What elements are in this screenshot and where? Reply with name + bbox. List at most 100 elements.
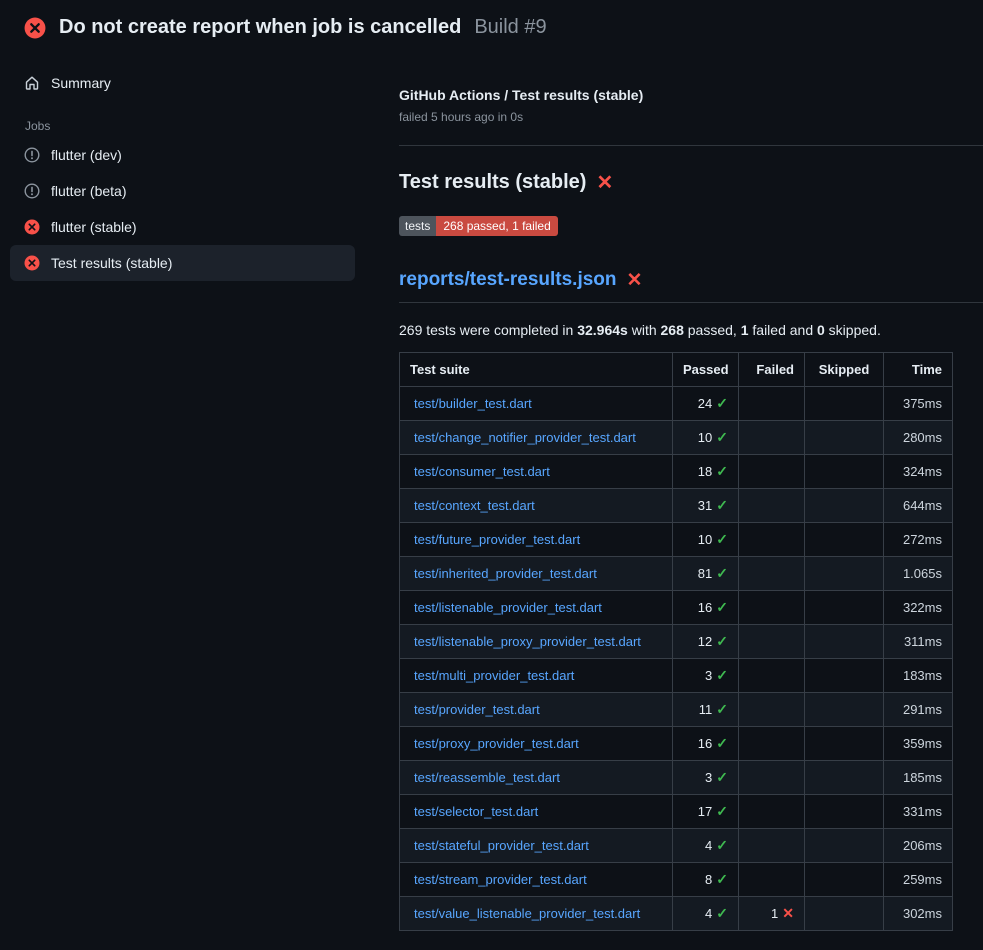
report-title-text: reports/test-results.json [399, 269, 617, 291]
passed-cell: 24✓ [673, 387, 739, 421]
badge-label: tests [399, 216, 436, 236]
skipped-cell [805, 421, 884, 455]
suite-link[interactable]: test/future_provider_test.dart [414, 532, 580, 547]
check-icon: ✓ [716, 701, 728, 717]
suite-link[interactable]: test/stateful_provider_test.dart [414, 838, 589, 853]
sidebar-item-flutter-stable[interactable]: flutter (stable) [10, 209, 355, 245]
suite-link[interactable]: test/value_listenable_provider_test.dart [414, 906, 640, 921]
suite-link[interactable]: test/inherited_provider_test.dart [414, 566, 597, 581]
sidebar-item-flutter-dev[interactable]: flutter (dev) [10, 137, 355, 173]
failed-cell-count: 1 [771, 906, 778, 921]
table-row: test/proxy_provider_test.dart 16✓ 359ms [400, 727, 953, 761]
failed-cell: 1✕ [739, 897, 805, 931]
table-row: test/builder_test.dart24✓375ms [400, 387, 953, 421]
time-cell: 206ms [884, 829, 953, 863]
section-title: Test results (stable) ✕ [399, 171, 983, 194]
suite-link[interactable]: test/context_test.dart [414, 498, 535, 513]
failed-cell [739, 523, 805, 557]
summary-segment: 1 [741, 322, 749, 338]
table-row: test/multi_provider_test.dart3✓183ms [400, 659, 953, 693]
suite-link[interactable]: test/change_notifier_provider_test.dart [414, 430, 636, 445]
suite-link[interactable]: test/listenable_provider_test.dart [414, 600, 602, 615]
neutral-circle-icon [24, 147, 40, 163]
passed-cell: 16✓ [673, 727, 739, 761]
check-icon: ✓ [716, 565, 728, 581]
passed-cell-count: 16 [698, 736, 712, 751]
table-row: test/consumer_test.dart18✓324ms [400, 455, 953, 489]
passed-cell-count: 11 [699, 702, 713, 717]
suite-link[interactable]: test/proxy_provider_test.dart [414, 736, 579, 751]
suite-link[interactable]: test/consumer_test.dart [414, 464, 550, 479]
suite-link[interactable]: test/reassemble_test.dart [414, 770, 560, 785]
passed-cell: 8✓ [673, 863, 739, 897]
table-header-row: Test suitePassedFailedSkippedTime [400, 353, 953, 387]
skipped-cell [805, 557, 884, 591]
report-title-link[interactable]: reports/test-results.json ✕ [399, 269, 983, 303]
home-icon [24, 75, 40, 91]
time-cell: 185ms [884, 761, 953, 795]
skipped-cell [805, 863, 884, 897]
suite-link[interactable]: test/provider_test.dart [414, 702, 540, 717]
sidebar-item-summary[interactable]: Summary [10, 65, 355, 101]
sidebar-item-label: Summary [51, 75, 111, 91]
x-circle-icon [24, 255, 40, 271]
check-icon: ✓ [716, 497, 728, 513]
suite-link[interactable]: test/builder_test.dart [414, 396, 532, 411]
check-icon: ✓ [716, 871, 728, 887]
sidebar-item-label: Test results (stable) [51, 255, 172, 271]
check-icon: ✓ [716, 395, 728, 411]
summary-segment: 0 [817, 322, 825, 338]
suite-cell: test/proxy_provider_test.dart [400, 727, 673, 761]
failed-cell [739, 557, 805, 591]
table-row: test/listenable_proxy_provider_test.dart… [400, 625, 953, 659]
passed-cell-count: 8 [705, 872, 712, 887]
check-icon: ✓ [716, 531, 728, 547]
x-circle-icon [24, 219, 40, 235]
suite-cell: test/stream_provider_test.dart [400, 863, 673, 897]
skipped-cell [805, 625, 884, 659]
suite-cell: test/builder_test.dart [400, 387, 673, 421]
column-header: Failed [739, 353, 805, 387]
skipped-cell [805, 795, 884, 829]
summary-text: 269 tests were completed in 32.964s with… [399, 322, 983, 338]
suite-link[interactable]: test/multi_provider_test.dart [414, 668, 574, 683]
check-icon: ✓ [716, 837, 728, 853]
check-icon: ✓ [716, 905, 728, 921]
jobs-section-label: Jobs [25, 119, 355, 133]
summary-segment: 269 tests were completed in [399, 322, 577, 338]
summary-segment: with [628, 322, 661, 338]
failed-cell [739, 693, 805, 727]
summary-segment: failed and [749, 322, 818, 338]
check-icon: ✓ [716, 769, 728, 785]
suite-cell: test/future_provider_test.dart [400, 523, 673, 557]
time-cell: 302ms [884, 897, 953, 931]
failed-cell [739, 659, 805, 693]
time-cell: 359ms [884, 727, 953, 761]
suite-cell: test/inherited_provider_test.dart [400, 557, 673, 591]
skipped-cell [805, 387, 884, 421]
failed-cell [739, 455, 805, 489]
suite-cell: test/change_notifier_provider_test.dart [400, 421, 673, 455]
summary-segment: 268 [661, 322, 684, 338]
failed-cell [739, 421, 805, 455]
sidebar-item-flutter-beta[interactable]: flutter (beta) [10, 173, 355, 209]
failed-cell [739, 387, 805, 421]
suite-link[interactable]: test/selector_test.dart [414, 804, 538, 819]
passed-cell: 10✓ [673, 523, 739, 557]
passed-cell-count: 4 [705, 906, 712, 921]
neutral-circle-icon [24, 183, 40, 199]
summary-segment: passed, [684, 322, 741, 338]
suite-link[interactable]: test/stream_provider_test.dart [414, 872, 587, 887]
passed-cell-count: 4 [705, 838, 712, 853]
summary-segment: skipped. [825, 322, 881, 338]
suite-link[interactable]: test/listenable_proxy_provider_test.dart [414, 634, 641, 649]
run-meta: failed 5 hours ago in 0s [399, 110, 983, 124]
sidebar-item-test-results-stable[interactable]: Test results (stable) [10, 245, 355, 281]
suite-cell: test/consumer_test.dart [400, 455, 673, 489]
passed-cell-count: 3 [705, 770, 712, 785]
suite-cell: test/provider_test.dart [400, 693, 673, 727]
time-cell: 259ms [884, 863, 953, 897]
table-row: test/stateful_provider_test.dart 4 ✓ 206ms [400, 829, 953, 863]
skipped-cell [805, 693, 884, 727]
section-title-text: Test results (stable) [399, 171, 586, 194]
